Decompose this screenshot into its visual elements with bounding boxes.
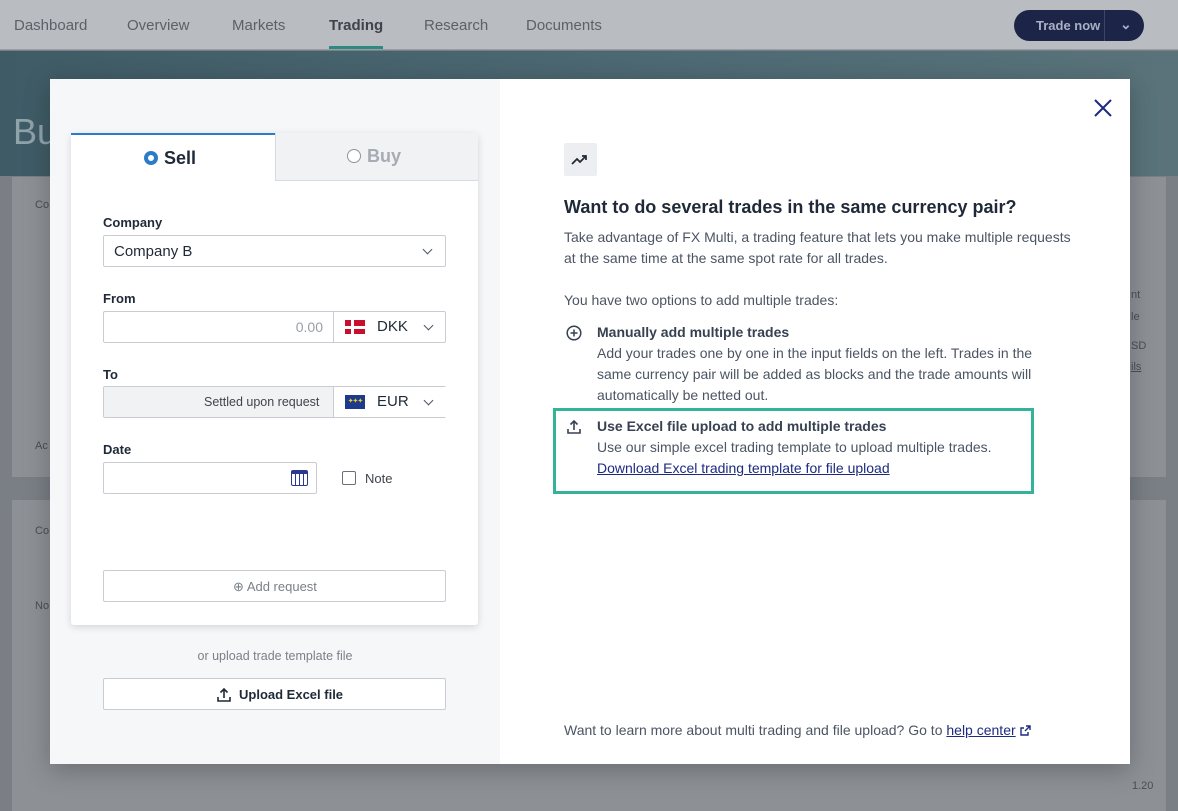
plus-circle-icon: ⊕ (233, 579, 244, 594)
nav-tab-markets[interactable]: Markets (232, 17, 285, 34)
nav-tab-overview[interactable]: Overview (127, 17, 190, 34)
sell-buy-tabs: Sell Buy (71, 133, 478, 181)
background-text: Co (35, 525, 50, 537)
background-text: Ac (35, 440, 48, 452)
plus-circle-icon (566, 325, 582, 341)
background-text: SD (1131, 340, 1147, 352)
option2-text: Use our simple excel trading template to… (597, 439, 992, 455)
info-intro: Take advantage of FX Multi, a trading fe… (564, 229, 1071, 266)
background-text: le (1131, 311, 1140, 323)
trade-now-button[interactable]: Trade now ⌄ (1014, 10, 1144, 41)
nav-tab-dashboard[interactable]: Dashboard (14, 17, 87, 34)
option1-text: Add your trades one by one in the input … (597, 345, 1033, 403)
tab-sell[interactable]: Sell (71, 133, 275, 181)
date-input[interactable] (103, 462, 317, 494)
fx-multi-modal: Sell Buy Company Company B From 0.00 DKK (50, 79, 1130, 764)
trade-form-card: Sell Buy Company Company B From 0.00 DKK (71, 133, 478, 625)
chevron-down-icon (423, 320, 434, 331)
add-request-label: Add request (246, 579, 317, 594)
chevron-down-icon (423, 395, 434, 406)
close-icon[interactable] (1092, 97, 1114, 119)
background-text: ils (1131, 361, 1142, 373)
tab-buy-label: Buy (367, 146, 402, 166)
add-request-content: ⊕ Add request (233, 579, 317, 595)
from-currency-select[interactable]: DKK (333, 312, 446, 342)
company-select[interactable]: Company B (103, 235, 446, 267)
or-upload-text: or upload trade template file (197, 649, 353, 663)
upload-icon (217, 687, 231, 702)
nav-tab-trading[interactable]: Trading (329, 17, 384, 49)
upload-icon (567, 419, 581, 434)
footer-text: Want to learn more about multi trading a… (564, 722, 1031, 738)
upload-excel-button[interactable]: Upload Excel file (103, 678, 446, 710)
eu-flag-icon: ✦✦✦ (345, 395, 365, 409)
company-label: Company (103, 215, 163, 230)
trade-now-divider (1104, 10, 1105, 41)
info-panel: Want to do several trades in the same cu… (500, 79, 1130, 764)
upload-excel-label: Upload Excel file (239, 687, 344, 702)
option2-title: Use Excel file upload to add multiple tr… (597, 418, 887, 434)
chevron-down-icon[interactable]: ⌄ (1120, 16, 1132, 33)
radio-selected-icon (144, 151, 158, 165)
note-label: Note (365, 471, 393, 486)
chevron-down-icon (422, 244, 433, 255)
background-text: Co (35, 199, 50, 211)
from-amount-field[interactable]: 0.00 DKK (103, 311, 446, 343)
help-center-link[interactable]: help center (946, 722, 1015, 738)
from-amount-placeholder: 0.00 (295, 319, 323, 335)
trending-up-icon (571, 155, 587, 165)
tab-sell-label: Sell (164, 148, 197, 168)
background-text: nt (1131, 289, 1141, 301)
to-currency-select[interactable]: ✦✦✦ EUR (333, 387, 446, 417)
trend-icon-box (564, 143, 597, 176)
radio-unselected-icon (347, 149, 361, 163)
nav-tab-research[interactable]: Research (424, 17, 488, 34)
nav-tab-documents[interactable]: Documents (526, 17, 602, 34)
background-text: 1.20 (1132, 780, 1154, 792)
option1-title: Manually add multiple trades (597, 324, 790, 340)
to-amount-placeholder: Settled upon request (204, 395, 320, 409)
info-heading: Want to do several trades in the same cu… (564, 197, 1017, 217)
tab-buy[interactable]: Buy (275, 133, 478, 181)
trade-form-panel: Sell Buy Company Company B From 0.00 DKK (50, 79, 500, 764)
top-navigation: Dashboard Overview Markets Trading Resea… (0, 0, 1178, 50)
to-label: To (103, 367, 118, 382)
download-template-link[interactable]: Download Excel trading template for file… (597, 460, 890, 476)
date-label: Date (103, 442, 132, 457)
option2-link-row: Download Excel trading template for file… (597, 458, 1067, 479)
trade-now-label: Trade now (1036, 18, 1101, 33)
from-label: From (103, 291, 136, 306)
denmark-flag-icon (345, 320, 365, 334)
calendar-icon[interactable] (291, 470, 308, 486)
background-text: No (35, 600, 50, 612)
from-currency-code: DKK (377, 318, 408, 335)
external-link-icon[interactable] (1019, 725, 1031, 736)
add-request-button[interactable]: ⊕ Add request (103, 570, 446, 602)
to-amount-field: Settled upon request ✦✦✦ EUR (103, 386, 446, 418)
company-select-value: Company B (114, 243, 193, 260)
note-checkbox[interactable] (342, 471, 356, 485)
options-intro: You have two options to add multiple tra… (564, 292, 839, 308)
footer-text-label: Want to learn more about multi trading a… (564, 722, 943, 738)
to-currency-code: EUR (377, 393, 409, 410)
